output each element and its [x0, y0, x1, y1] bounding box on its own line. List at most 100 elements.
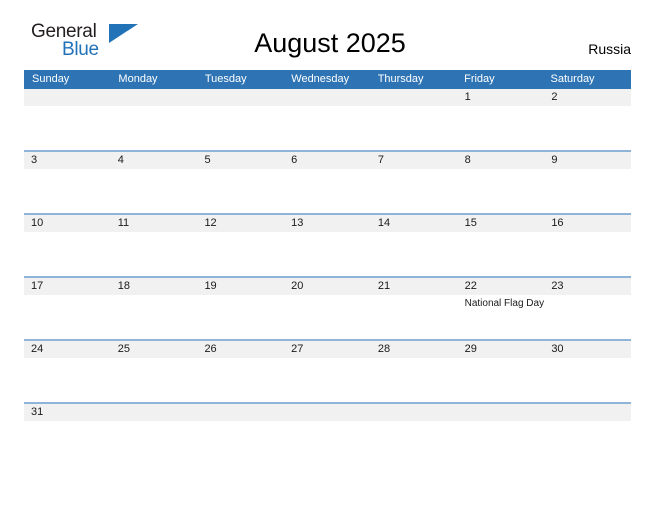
day-body [24, 232, 111, 234]
day-cell[interactable]: 11 [110, 215, 198, 276]
day-body [458, 106, 545, 108]
day-cell[interactable]: 30 [544, 341, 632, 402]
day-cell[interactable]: 21 [370, 278, 458, 339]
day-cell[interactable]: 1 [457, 89, 545, 150]
day-number-band: 27 [284, 341, 371, 358]
day-body [197, 232, 284, 234]
day-number-band: 19 [197, 278, 285, 295]
day-cell[interactable]: 19 [197, 278, 285, 339]
day-cell[interactable]: 2 [544, 89, 632, 150]
day-cell[interactable]: 3 [24, 152, 111, 213]
day-number: 2 [551, 91, 558, 103]
day-number: 20 [291, 280, 304, 292]
day-cell[interactable]: 9 [544, 152, 632, 213]
day-cell[interactable] [110, 404, 198, 465]
day-cell[interactable]: 24 [24, 341, 111, 402]
day-number: 16 [551, 217, 564, 229]
day-cell[interactable]: 18 [110, 278, 198, 339]
calendar-weeks: 1 2 3 4 5 6 7 8 9 10 11 12 13 14 15 16 17 18 19 20 21 22 Natio… [24, 89, 632, 465]
day-number-band [110, 404, 198, 421]
day-body [371, 295, 458, 297]
day-cell[interactable]: 10 [24, 215, 111, 276]
day-cell[interactable]: 5 [197, 152, 285, 213]
day-number-band: 29 [457, 341, 545, 358]
day-number-band: 8 [457, 152, 545, 169]
day-number-band [370, 89, 458, 106]
day-cell[interactable]: 27 [284, 341, 371, 402]
day-number: 8 [464, 154, 471, 166]
day-body [284, 169, 371, 171]
day-number-band [284, 89, 371, 106]
day-cell[interactable]: 22 National Flag Day [457, 278, 545, 339]
day-number: 21 [377, 280, 391, 292]
day-number-band: 14 [370, 215, 458, 232]
day-body [111, 106, 198, 108]
day-number-band: 21 [370, 278, 458, 295]
day-number-band: 16 [544, 215, 632, 232]
day-cell[interactable]: 26 [197, 341, 285, 402]
day-number-band: 28 [370, 341, 458, 358]
day-cell[interactable]: 23 [544, 278, 632, 339]
day-number-band [544, 404, 632, 421]
day-cell[interactable]: 7 [370, 152, 458, 213]
day-body [544, 169, 631, 171]
day-body [544, 421, 631, 423]
day-body [284, 421, 371, 423]
day-number: 1 [464, 91, 471, 103]
day-number: 11 [117, 217, 130, 229]
day-cell[interactable] [24, 89, 111, 150]
day-number-band: 20 [284, 278, 371, 295]
day-cell[interactable]: 31 [24, 404, 111, 465]
day-number: 5 [204, 154, 211, 166]
day-cell[interactable]: 13 [284, 215, 371, 276]
day-cell[interactable]: 4 [110, 152, 198, 213]
day-cell[interactable] [370, 89, 458, 150]
day-number-band: 3 [24, 152, 111, 169]
day-cell[interactable]: 12 [197, 215, 285, 276]
day-number-band: 5 [197, 152, 285, 169]
day-cell[interactable]: 29 [457, 341, 545, 402]
day-cell[interactable] [370, 404, 458, 465]
day-body [111, 169, 198, 171]
day-body [371, 232, 458, 234]
day-cell[interactable]: 16 [544, 215, 632, 276]
day-body [284, 232, 371, 234]
day-number-band: 31 [24, 404, 111, 421]
calendar-week-row: 17 18 19 20 21 22 National Flag Day 23 [24, 276, 632, 339]
day-body [111, 358, 198, 360]
day-cell[interactable]: 25 [110, 341, 198, 402]
day-number: 13 [291, 217, 304, 229]
day-cell[interactable]: 8 [457, 152, 545, 213]
country-label: Russia [588, 41, 631, 57]
day-cell[interactable] [544, 404, 632, 465]
calendar-page: General Blue August 2025 Russia Sunday M… [0, 0, 660, 510]
weekday-header-tuesday: Tuesday [204, 73, 247, 85]
day-number-band: 2 [544, 89, 632, 106]
day-body [371, 106, 458, 108]
day-number-band: 17 [24, 278, 111, 295]
day-cell[interactable] [457, 404, 545, 465]
day-cell[interactable] [284, 89, 371, 150]
day-body [24, 358, 111, 360]
day-number-band [370, 404, 458, 421]
day-body [284, 106, 371, 108]
day-event-label: National Flag Day [464, 298, 545, 309]
calendar-week-row: 3 4 5 6 7 8 9 [24, 150, 632, 213]
day-cell[interactable]: 14 [370, 215, 458, 276]
day-cell[interactable]: 28 [370, 341, 458, 402]
day-cell[interactable] [110, 89, 198, 150]
calendar-week-row: 24 25 26 27 28 29 30 [24, 339, 632, 402]
day-cell[interactable] [284, 404, 371, 465]
day-number-band [197, 89, 285, 106]
day-cell[interactable] [197, 89, 285, 150]
day-body [24, 295, 111, 297]
day-number-band: 26 [197, 341, 285, 358]
day-number: 4 [117, 154, 124, 166]
day-cell[interactable]: 20 [284, 278, 371, 339]
day-body [197, 169, 284, 171]
day-cell[interactable]: 15 [457, 215, 545, 276]
day-body [24, 169, 111, 171]
day-cell[interactable]: 6 [284, 152, 371, 213]
day-cell[interactable]: 17 [24, 278, 111, 339]
day-cell[interactable] [197, 404, 285, 465]
